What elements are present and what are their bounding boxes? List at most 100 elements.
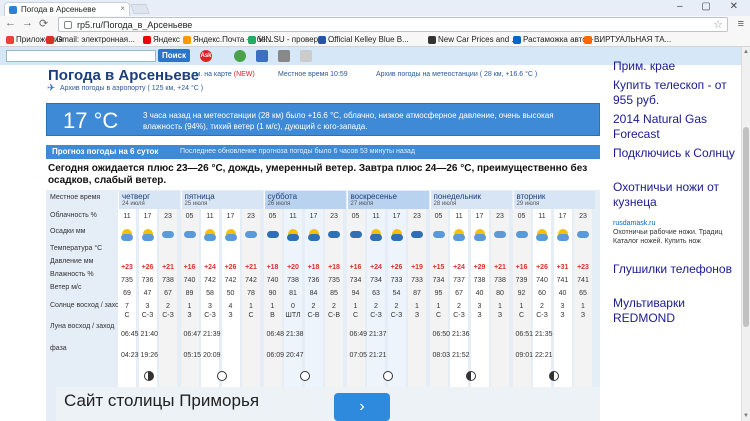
archive-airport-link[interactable]: Архив погоды в аэропорту ( 125 км, +24 °…	[60, 85, 203, 92]
ad-link[interactable]: Подключись к Солнцу	[613, 146, 735, 161]
ad-description: Охотничьи рабочие ножи. Традиц Каталог н…	[613, 229, 723, 245]
temps-cell: +23	[577, 264, 589, 271]
temps-cell: +19	[411, 264, 423, 271]
humidity-cell: 87	[413, 290, 421, 297]
forward-button[interactable]: →	[22, 17, 33, 29]
temps-cell: +21	[494, 264, 506, 271]
ad-link[interactable]: Мультиварки REDMOND	[613, 296, 741, 326]
moon-times: 09:01 22:21	[515, 352, 553, 359]
wind_dir-cell: З	[414, 312, 420, 319]
hour-cell: 17	[392, 213, 401, 220]
scroll-down-icon[interactable]: ▼	[743, 413, 749, 419]
pressure-cell: 734	[349, 277, 362, 284]
bookmark-item[interactable]: New Car Prices and ...	[428, 35, 518, 44]
day-name: четверг	[122, 192, 150, 201]
wind_dir-cell: В	[270, 312, 275, 319]
ask-icon[interactable]: Ask	[200, 50, 212, 62]
url-text: rp5.ru/Погода_в_Арсеньеве	[77, 20, 193, 30]
moon-times: 05:15 20:09	[183, 352, 221, 359]
pressure-cell: 740	[536, 277, 548, 284]
row-label: фаза	[50, 345, 67, 352]
moon-phase-icon	[465, 371, 476, 381]
wind_dir-cell: С-З	[536, 312, 548, 319]
archive-station-link[interactable]: Архив погоды на метеостанции ( 28 км, +1…	[376, 71, 537, 78]
bookmark-item[interactable]: Яндекс	[143, 35, 180, 44]
banner-arrow-button[interactable]: ›	[334, 393, 390, 421]
ad-link[interactable]: 2014 Natural Gas Forecast	[613, 112, 741, 142]
reload-button[interactable]: ⟳	[39, 17, 48, 30]
sun-times: 06:50 21:36	[432, 331, 470, 338]
pressure-cell: 734	[432, 277, 445, 284]
bookmark-favicon-icon	[6, 36, 14, 44]
pressure-cell: 740	[183, 277, 196, 284]
humidity-cell: 89	[185, 290, 194, 297]
cloud-icon	[266, 231, 279, 238]
banner-ad[interactable]: Сайт столицы Приморья ›	[56, 387, 600, 421]
wind-cell: 2	[394, 303, 399, 310]
search-button[interactable]: Поиск	[158, 49, 190, 62]
browser-tab[interactable]: Погода в Арсеньеве ×	[4, 2, 130, 16]
cloud-icon	[556, 234, 569, 241]
sun-times: 06:45 21:40	[121, 331, 158, 338]
new-tab-button[interactable]	[130, 4, 150, 14]
cloud-icon	[121, 234, 133, 241]
hour-cell: 17	[475, 213, 484, 220]
ad-link[interactable]: Глушилки телефонов	[613, 262, 732, 277]
cloud-icon	[328, 231, 340, 238]
ad-link[interactable]: Охотничьи ножи от кузнеца	[613, 180, 741, 210]
browser-menu-icon[interactable]: ≡	[738, 18, 744, 30]
ad-link[interactable]: Купить телескоп - от 955 руб.	[613, 78, 741, 108]
map-link[interactable]: см. на карте (NEW)	[192, 71, 255, 78]
pressure-cell: 741	[556, 277, 569, 284]
wind_dir-cell: З	[580, 312, 586, 319]
sun-times: 06:51 21:35	[515, 331, 553, 338]
sun-times: 06:49 21:37	[349, 331, 387, 338]
scroll-up-icon[interactable]: ▲	[743, 49, 749, 55]
settings-icon[interactable]	[278, 50, 290, 62]
humidity-cell: 81	[289, 290, 297, 297]
plane-icon: ✈	[47, 83, 56, 94]
humidity-cell: 92	[517, 290, 526, 297]
scrollbar[interactable]: ▲ ▼	[741, 47, 750, 421]
address-bar[interactable]: rp5.ru/Погода_в_Арсеньеве ☆	[58, 17, 728, 32]
wind_dir-cell: С-В	[327, 312, 341, 319]
bookmark-star-icon[interactable]: ☆	[713, 18, 723, 31]
ad-link[interactable]: Прим. крае	[613, 59, 675, 74]
humidity-cell: 47	[143, 290, 152, 297]
bookmark-label: Яндекс	[153, 35, 180, 44]
day-header: четверг 24 июля	[118, 191, 180, 209]
temps-cell: +16	[515, 264, 528, 271]
humidity-cell: 58	[206, 290, 214, 297]
bookmark-icon[interactable]	[256, 50, 268, 62]
cloud-icon	[515, 231, 528, 238]
forecast-title: Прогноз погоды на 6 суток	[52, 147, 159, 156]
bookmark-item[interactable]: Gmail: электронная...	[46, 35, 135, 44]
bookmarks-bar: Приложения Gmail: электронная... Яндекс Янд…	[0, 34, 750, 47]
day-header: вторник 29 июля	[512, 191, 595, 209]
bookmark-favicon-icon	[513, 36, 521, 44]
day-date: 24 июля	[122, 201, 145, 207]
tab-close-icon[interactable]: ×	[120, 4, 125, 13]
forecast-header: Прогноз погоды на 6 суток Последнее обно…	[46, 145, 600, 159]
pressure-cell: 738	[494, 277, 506, 284]
moon-times: 04:23 19:26	[121, 352, 158, 359]
wind-cell: 3	[477, 303, 482, 310]
notes-icon[interactable]	[300, 50, 312, 62]
hour-cell: 05	[185, 213, 194, 220]
hour-cell: 11	[289, 213, 297, 220]
current-description: 3 часа назад на метеостанции (28 км) был…	[143, 111, 554, 131]
bookmark-item[interactable]: ВИРТУАЛЬНАЯ ТА...	[584, 35, 671, 44]
scroll-thumb[interactable]	[743, 127, 749, 327]
humidity-cell: 65	[579, 290, 587, 297]
wind_dir-cell: С-З	[204, 312, 216, 319]
humidity-cell: 54	[392, 290, 401, 297]
site-search-input[interactable]	[6, 50, 156, 62]
hour-cell: 11	[455, 213, 463, 220]
window-controls[interactable]: – ▢ ✕	[677, 1, 746, 12]
hour-cell: 17	[226, 213, 235, 220]
hour-cell: 23	[247, 213, 255, 220]
humidity-cell: 80	[496, 290, 504, 297]
bookmark-item[interactable]: Official Kelley Blue B...	[318, 35, 409, 44]
back-button[interactable]: ←	[5, 17, 16, 29]
globe-icon[interactable]	[234, 50, 246, 62]
